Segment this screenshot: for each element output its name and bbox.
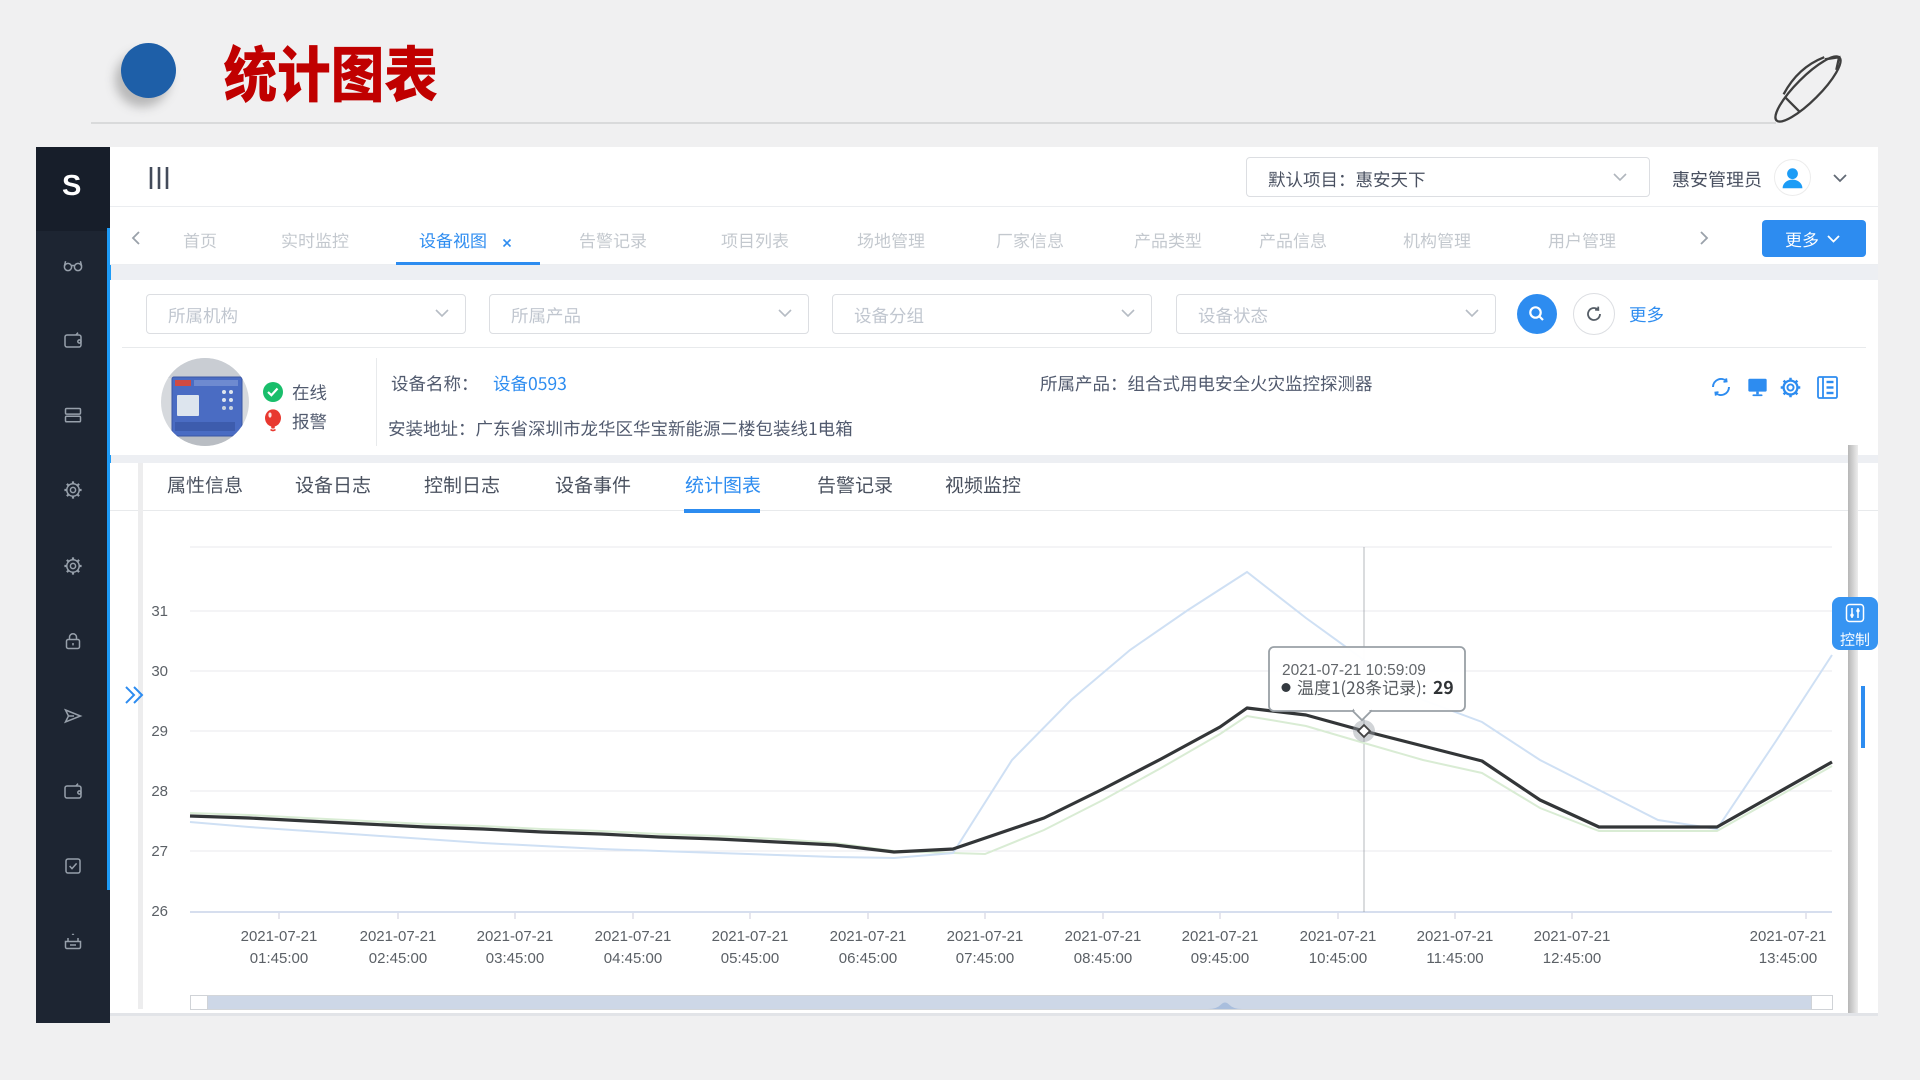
svg-text:02:45:00: 02:45:00 xyxy=(369,950,427,967)
svg-text:2021-07-21: 2021-07-21 xyxy=(1750,928,1827,945)
svg-text:2021-07-21 10:59:09: 2021-07-21 10:59:09 xyxy=(1282,662,1426,679)
svg-text:09:45:00: 09:45:00 xyxy=(1191,950,1249,967)
svg-text:2021-07-21: 2021-07-21 xyxy=(1417,928,1494,945)
svg-text:11:45:00: 11:45:00 xyxy=(1426,950,1483,967)
svg-text:10:45:00: 10:45:00 xyxy=(1309,950,1367,967)
svg-text:2021-07-21: 2021-07-21 xyxy=(1065,928,1142,945)
svg-text:12:45:00: 12:45:00 xyxy=(1543,950,1601,967)
svg-text:2021-07-21: 2021-07-21 xyxy=(1300,928,1377,945)
svg-text:2021-07-21: 2021-07-21 xyxy=(477,928,554,945)
svg-text:01:45:00: 01:45:00 xyxy=(250,950,308,967)
svg-text:28: 28 xyxy=(151,783,168,800)
svg-text:31: 31 xyxy=(151,603,168,620)
svg-text:05:45:00: 05:45:00 xyxy=(721,950,779,967)
svg-text:2021-07-21: 2021-07-21 xyxy=(830,928,907,945)
svg-text:2021-07-21: 2021-07-21 xyxy=(360,928,437,945)
svg-text:2021-07-21: 2021-07-21 xyxy=(595,928,672,945)
svg-text:08:45:00: 08:45:00 xyxy=(1074,950,1132,967)
svg-text:29: 29 xyxy=(151,723,168,740)
svg-text:06:45:00: 06:45:00 xyxy=(839,950,897,967)
svg-text:26: 26 xyxy=(151,903,168,920)
svg-text:30: 30 xyxy=(151,663,168,680)
svg-text:2021-07-21: 2021-07-21 xyxy=(1534,928,1611,945)
svg-text:07:45:00: 07:45:00 xyxy=(956,950,1014,967)
svg-text:2021-07-21: 2021-07-21 xyxy=(712,928,789,945)
svg-text:27: 27 xyxy=(151,843,168,860)
svg-text:2021-07-21: 2021-07-21 xyxy=(947,928,1024,945)
svg-text:04:45:00: 04:45:00 xyxy=(604,950,662,967)
svg-text:2021-07-21: 2021-07-21 xyxy=(1182,928,1259,945)
svg-text:2021-07-21: 2021-07-21 xyxy=(241,928,318,945)
svg-text:13:45:00: 13:45:00 xyxy=(1759,950,1817,967)
svg-text:03:45:00: 03:45:00 xyxy=(486,950,544,967)
